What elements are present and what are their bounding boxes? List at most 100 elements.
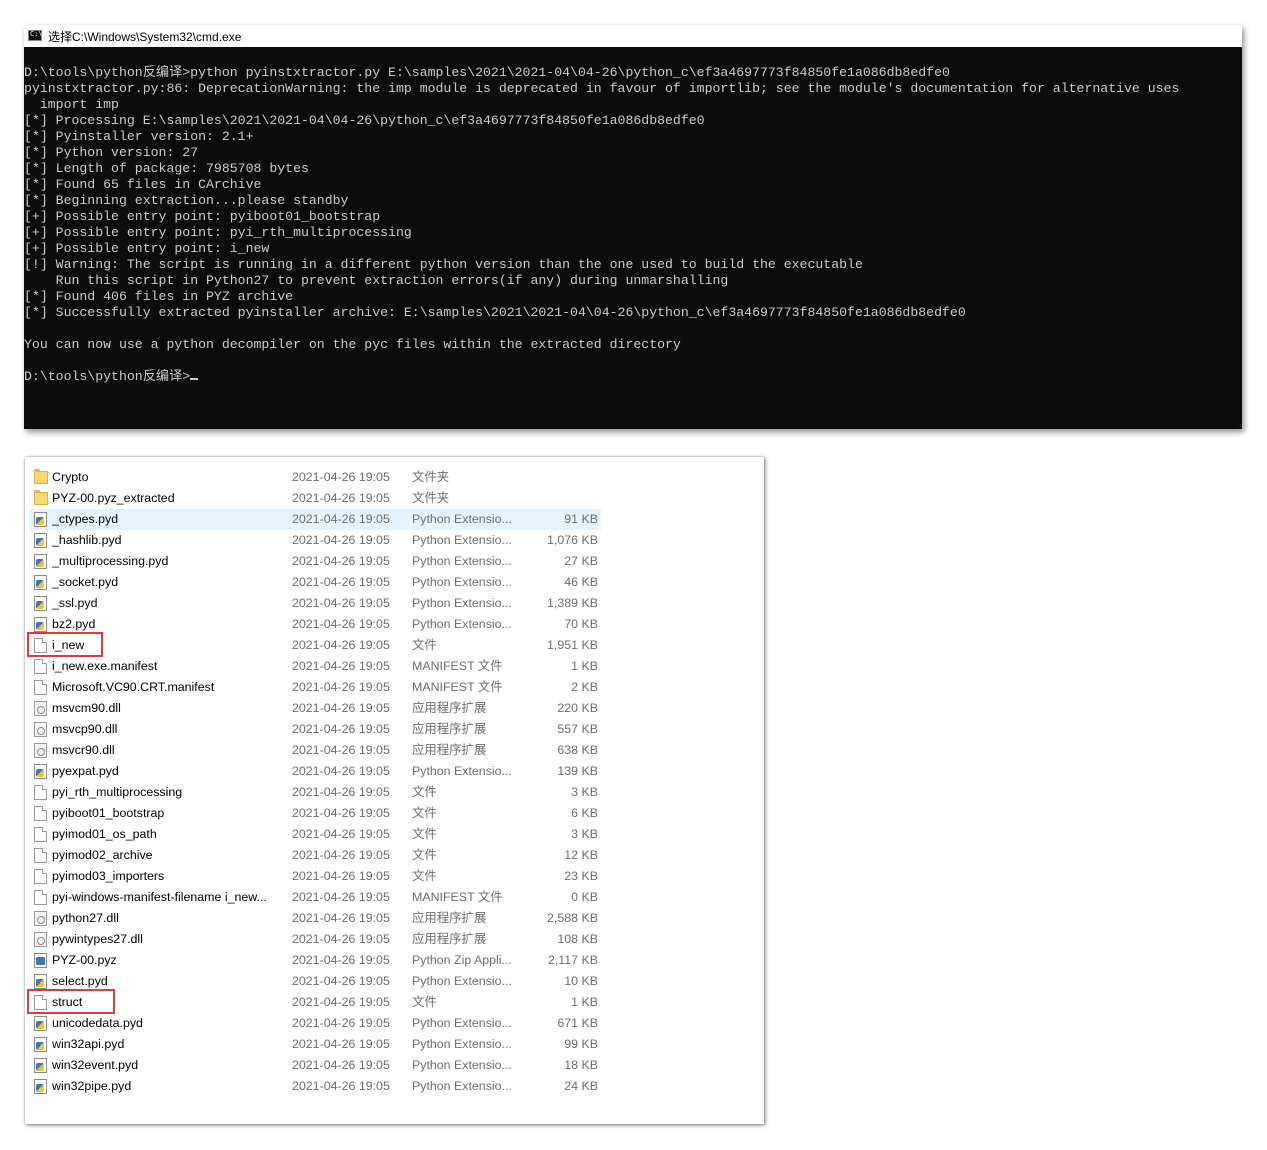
annotation-highlight-box	[27, 632, 103, 657]
file-row[interactable]: i_new 2021-04-26 19:05 文件 1,951 KB	[25, 632, 764, 657]
file-name: msvcp90.dll	[52, 722, 118, 736]
file-name: win32pipe.pyd	[52, 1079, 132, 1093]
file-type: 文件	[412, 827, 437, 841]
file-size: 1,389 KB	[547, 596, 598, 610]
file-row[interactable]: _hashlib.pyd 2021-04-26 19:05 Python Exten…	[25, 530, 764, 551]
file-name: pyimod02_archive	[52, 848, 153, 862]
cmd-titlebar[interactable]: 选择C:\Windows\System32\cmd.exe	[24, 25, 1242, 47]
file-row[interactable]: i_new.exe.manifest 2021-04-26 19:05 MANIFE…	[25, 656, 764, 677]
file-row[interactable]: pywintypes27.dll 2021-04-26 19:05 应用程序扩展 10…	[25, 929, 764, 950]
terminal-line: [+] Possible entry point: i_new	[24, 241, 270, 256]
file-row[interactable]: select.pyd 2021-04-26 19:05 Python Extensi…	[25, 971, 764, 992]
dll-icon	[34, 911, 47, 926]
file-date-modified: 2021-04-26 19:05	[292, 638, 390, 652]
file-type: MANIFEST 文件	[412, 680, 503, 694]
file-row[interactable]: msvcp90.dll 2021-04-26 19:05 应用程序扩展 557 KB	[25, 719, 764, 740]
file-date-modified: 2021-04-26 19:05	[292, 1016, 390, 1030]
file-size: 18 KB	[564, 1058, 598, 1072]
file-size: 10 KB	[564, 974, 598, 988]
file-row[interactable]: Microsoft.VC90.CRT.manifest 2021-04-26 19…	[25, 677, 764, 698]
dll-icon	[34, 722, 47, 737]
file-name: Microsoft.VC90.CRT.manifest	[52, 680, 215, 694]
file-type: 文件	[412, 638, 437, 652]
terminal-line: [*] Pyinstaller version: 2.1+	[24, 129, 254, 144]
file-name: python27.dll	[52, 911, 119, 925]
file-name: PYZ-00.pyz	[52, 953, 117, 967]
python-extension-icon	[34, 554, 47, 569]
terminal-line: [*] Length of package: 7985708 bytes	[24, 161, 309, 176]
annotation-highlight-box	[27, 989, 115, 1014]
file-row[interactable]: pyexpat.pyd 2021-04-26 19:05 Python Extens…	[25, 761, 764, 782]
file-row[interactable]: Crypto 2021-04-26 19:05 文件夹	[25, 467, 764, 488]
file-date-modified: 2021-04-26 19:05	[292, 554, 390, 568]
file-type: 文件	[412, 785, 437, 799]
file-row[interactable]: msvcm90.dll 2021-04-26 19:05 应用程序扩展 220 KB	[25, 698, 764, 719]
file-row[interactable]: pyimod02_archive 2021-04-26 19:05 文件 12 KB	[25, 845, 764, 866]
dll-icon	[34, 932, 47, 947]
file-size: 0 KB	[571, 890, 598, 904]
file-row[interactable]: bz2.pyd 2021-04-26 19:05 Python Extensio..…	[25, 614, 764, 635]
file-type: Python Extensio...	[412, 596, 512, 610]
terminal-line: pyinstxtractor.py:86: DeprecationWarning…	[24, 81, 1180, 96]
file-size: 2,588 KB	[547, 911, 598, 925]
file-date-modified: 2021-04-26 19:05	[292, 1058, 390, 1072]
file-row[interactable]: win32event.pyd 2021-04-26 19:05 Python Ext…	[25, 1055, 764, 1076]
file-size: 1 KB	[571, 659, 598, 673]
file-row[interactable]: python27.dll 2021-04-26 19:05 应用程序扩展 2,588 …	[25, 908, 764, 929]
file-size: 23 KB	[564, 869, 598, 883]
file-date-modified: 2021-04-26 19:05	[292, 512, 390, 526]
file-type: 文件夹	[412, 470, 450, 484]
terminal-output[interactable]: D:\tools\python反编译>python pyinstxtractor…	[24, 65, 1242, 385]
file-row[interactable]: win32api.pyd 2021-04-26 19:05 Python Exten…	[25, 1034, 764, 1055]
file-date-modified: 2021-04-26 19:05	[292, 974, 390, 988]
file-type: 文件夹	[412, 491, 450, 505]
file-date-modified: 2021-04-26 19:05	[292, 701, 390, 715]
file-row[interactable]: struct 2021-04-26 19:05 文件 1 KB	[25, 989, 764, 1014]
file-name: win32event.pyd	[52, 1058, 139, 1072]
file-date-modified: 2021-04-26 19:05	[292, 680, 390, 694]
file-row[interactable]: PYZ-00.pyz 2021-04-26 19:05 Python Zip App…	[25, 950, 764, 971]
file-row[interactable]: PYZ-00.pyz_extracted 2021-04-26 19:05 文件夹	[25, 488, 764, 509]
file-size: 24 KB	[564, 1079, 598, 1093]
file-row[interactable]: _socket.pyd 2021-04-26 19:05 Python Extens…	[25, 572, 764, 593]
file-size: 2 KB	[571, 680, 598, 694]
file-row[interactable]: pyimod01_os_path 2021-04-26 19:05 文件 3 KB	[25, 824, 764, 845]
file-date-modified: 2021-04-26 19:05	[292, 869, 390, 883]
file-type: 文件	[412, 869, 437, 883]
terminal-line: Run this script in Python27 to prevent e…	[24, 273, 729, 288]
file-name: pyi_rth_multiprocessing	[52, 785, 183, 799]
file-row[interactable]: msvcr90.dll 2021-04-26 19:05 应用程序扩展 638 KB	[25, 740, 764, 761]
terminal-line: import imp	[24, 97, 119, 112]
file-row[interactable]: _ctypes.pyd 2021-04-26 19:05 Python Extens…	[25, 509, 764, 530]
file-row[interactable]: pyiboot01_bootstrap 2021-04-26 19:05 文件 6 K…	[25, 803, 764, 824]
file-name: pyimod01_os_path	[52, 827, 157, 841]
file-type: Python Extensio...	[412, 974, 512, 988]
file-date-modified: 2021-04-26 19:05	[292, 827, 390, 841]
file-row[interactable]: unicodedata.pyd 2021-04-26 19:05 Python Ex…	[25, 1013, 764, 1034]
file-size: 1,951 KB	[547, 638, 598, 652]
file-icon	[34, 848, 47, 863]
file-type: 应用程序扩展	[412, 911, 487, 925]
python-extension-icon	[34, 974, 47, 989]
file-row[interactable]: _ssl.pyd 2021-04-26 19:05 Python Extensio.…	[25, 593, 764, 614]
file-type: 应用程序扩展	[412, 932, 487, 946]
terminal-line: [*] Processing E:\samples\2021\2021-04\0…	[24, 113, 705, 128]
file-date-modified: 2021-04-26 19:05	[292, 491, 390, 505]
file-row[interactable]: _multiprocessing.pyd 2021-04-26 19:05 Pyth…	[25, 551, 764, 572]
file-name: _ctypes.pyd	[52, 512, 119, 526]
file-type: Python Extensio...	[412, 512, 512, 526]
file-row[interactable]: win32pipe.pyd 2021-04-26 19:05 Python Exte…	[25, 1076, 764, 1097]
file-size: 46 KB	[564, 575, 598, 589]
cmd-icon	[28, 30, 43, 41]
file-row[interactable]: pyi-windows-manifest-filename i_new... 20…	[25, 887, 764, 908]
python-extension-icon	[34, 1016, 47, 1031]
folder-icon	[34, 469, 48, 484]
cmd-window[interactable]: 选择C:\Windows\System32\cmd.exe D:\tools\p…	[24, 25, 1242, 429]
dll-icon	[34, 743, 47, 758]
file-size: 2,117 KB	[547, 953, 598, 967]
file-row[interactable]: pyimod03_importers 2021-04-26 19:05 文件 23 K…	[25, 866, 764, 887]
file-row[interactable]: pyi_rth_multiprocessing 2021-04-26 19:05 文…	[25, 782, 764, 803]
file-size: 557 KB	[557, 722, 598, 736]
file-icon	[34, 785, 47, 800]
